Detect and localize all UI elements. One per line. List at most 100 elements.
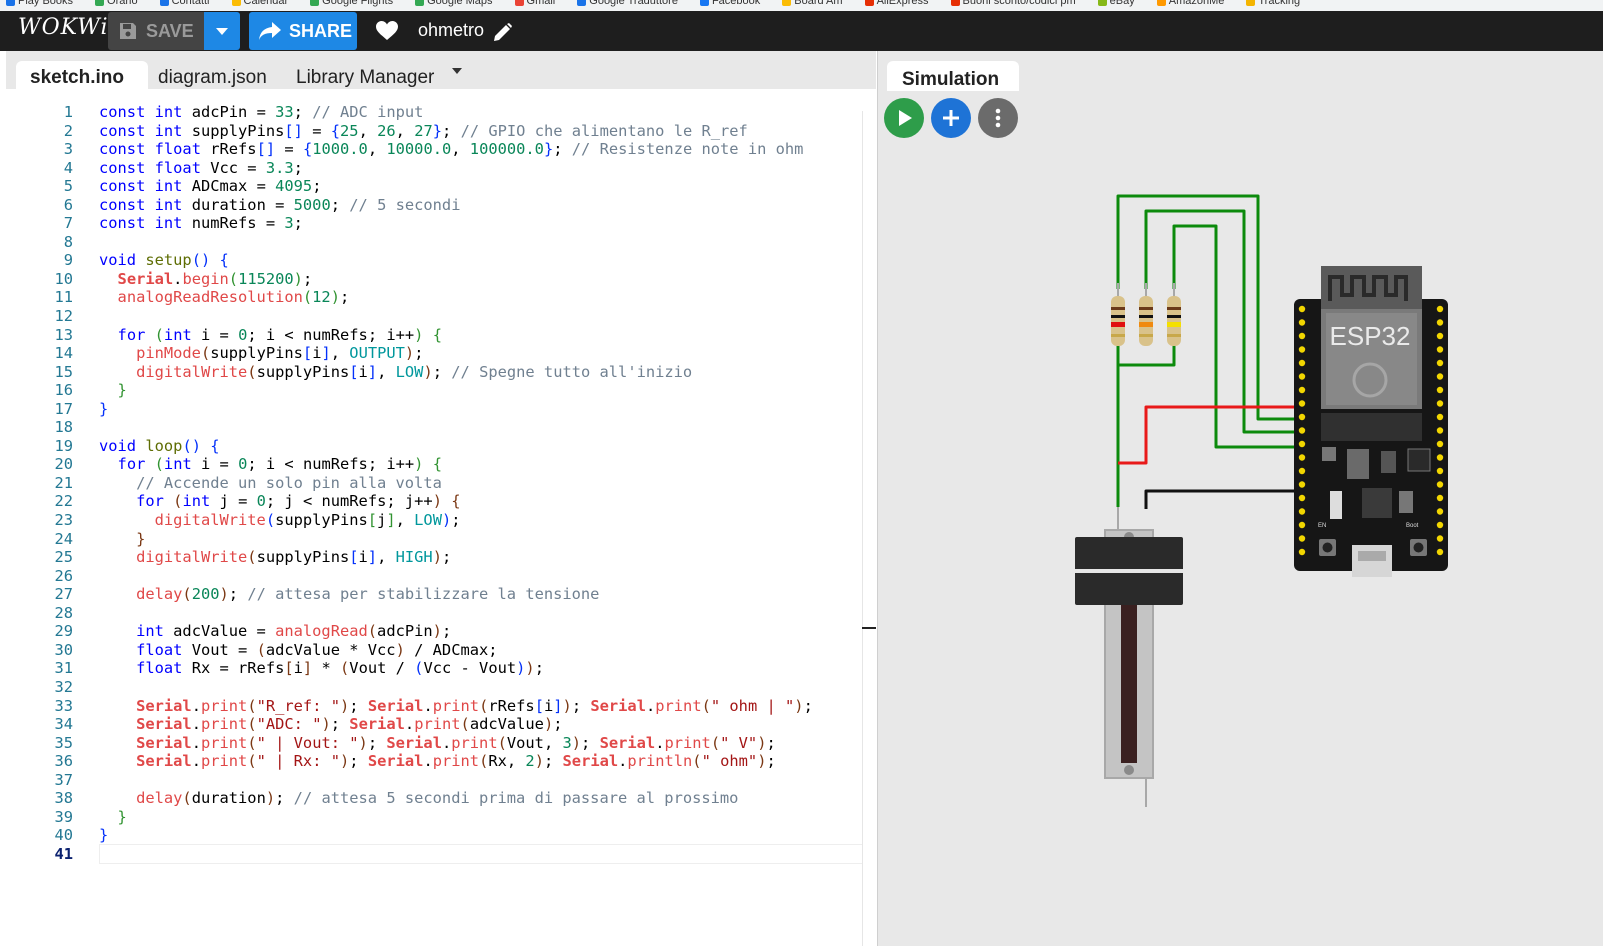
header-pin[interactable] — [1436, 467, 1444, 475]
bookmark-item[interactable]: Play Books — [6, 0, 73, 7]
header-pin[interactable] — [1436, 508, 1444, 515]
share-button[interactable]: SHARE — [249, 12, 357, 50]
esp32-board[interactable]: ESP32 EN Boot — [1294, 266, 1448, 577]
code-line[interactable]: 15 digitalWrite(supplyPins[i], LOW); // … — [6, 363, 862, 382]
header-pin[interactable] — [1298, 305, 1306, 313]
header-pin[interactable] — [1298, 332, 1306, 340]
header-pin[interactable] — [1298, 359, 1306, 367]
code-line[interactable]: 20 for (int i = 0; i < numRefs; i++) { — [6, 455, 862, 474]
code-line[interactable]: 9 void setup() { — [6, 251, 862, 270]
header-pin[interactable] — [1298, 494, 1306, 502]
header-pin[interactable] — [1436, 332, 1444, 340]
code-line[interactable]: 25 digitalWrite(supplyPins[i], HIGH); — [6, 548, 862, 567]
code-line[interactable]: 23 digitalWrite(supplyPins[j], LOW); — [6, 511, 862, 530]
code-line[interactable]: 28 — [6, 604, 862, 623]
header-pin[interactable] — [1298, 346, 1306, 353]
code-line[interactable]: 10 Serial.begin(115200); — [6, 270, 862, 289]
header-pin[interactable] — [1436, 413, 1444, 421]
code-line[interactable]: 35 Serial.print(" | Vout: "); Serial.pri… — [6, 734, 862, 753]
pencil-icon[interactable] — [494, 23, 512, 41]
code-line[interactable]: 22 for (int j = 0; j < numRefs; j++) { — [6, 492, 862, 511]
pane-resize-handle[interactable] — [862, 627, 876, 629]
code-line[interactable]: 14 pinMode(supplyPins[i], OUTPUT); — [6, 344, 862, 363]
bookmark-item[interactable]: Gmail — [514, 0, 555, 7]
header-pin[interactable] — [1298, 521, 1306, 529]
code-line[interactable]: 38 delay(duration); // attesa 5 secondi … — [6, 789, 862, 808]
header-pin[interactable] — [1436, 305, 1444, 313]
slide-potentiometer[interactable] — [1075, 507, 1183, 807]
header-pin[interactable] — [1436, 440, 1444, 448]
bookmark-item[interactable]: Google Flights — [310, 0, 393, 7]
code-line[interactable]: 12 — [6, 307, 862, 326]
code-line[interactable]: 18 — [6, 418, 862, 437]
header-pin[interactable] — [1436, 548, 1444, 556]
header-pin[interactable] — [1436, 400, 1444, 407]
code-line[interactable]: 19 void loop() { — [6, 437, 862, 456]
code-line[interactable]: 41 — [6, 843, 876, 864]
wire-green-3[interactable] — [1172, 224, 1301, 449]
bookmark-item[interactable]: Board Am — [782, 0, 843, 7]
code-editor[interactable]: 1 const int adcPin = 33; // ADC input 2 con… — [6, 89, 876, 946]
code-line[interactable]: 16 } — [6, 381, 862, 400]
code-line[interactable]: 5 const int ADCmax = 4095; — [6, 177, 862, 196]
header-pin[interactable] — [1298, 386, 1306, 394]
code-line[interactable]: 39 } — [6, 808, 862, 827]
tab-sketch-ino[interactable]: sketch.ino — [16, 61, 148, 89]
header-pin[interactable] — [1436, 346, 1444, 353]
code-line[interactable]: 40} — [6, 826, 862, 845]
bookmark-item[interactable]: AmazonMe — [1156, 0, 1224, 7]
code-line[interactable]: 1 const int adcPin = 33; // ADC input — [6, 103, 862, 122]
code-line[interactable]: 4 const float Vcc = 3.3; — [6, 159, 862, 178]
save-button[interactable]: SAVE — [108, 12, 204, 50]
code-line[interactable]: 17} — [6, 400, 862, 419]
bookmark-item[interactable]: Google Traduttore — [577, 0, 678, 7]
header-pin[interactable] — [1436, 373, 1444, 380]
header-pin[interactable] — [1298, 400, 1306, 407]
code-line[interactable]: 32 — [6, 678, 862, 697]
code-line[interactable]: 11 analogReadResolution(12); — [6, 288, 862, 307]
tab-library-manager[interactable]: Library Manager — [296, 61, 446, 89]
header-pin[interactable] — [1298, 535, 1306, 542]
code-line[interactable]: 37 — [6, 771, 862, 790]
bookmark-item[interactable]: Calendar — [231, 0, 288, 7]
bookmark-item[interactable]: Buoni sconto/codici pm — [950, 0, 1076, 7]
resistor-2[interactable] — [1139, 283, 1153, 346]
header-pin[interactable] — [1298, 548, 1306, 556]
code-lines[interactable]: 1 const int adcPin = 33; // ADC input 2 con… — [6, 103, 876, 864]
bookmark-item[interactable]: eBay — [1097, 0, 1135, 7]
header-pin[interactable] — [1436, 454, 1444, 461]
code-line[interactable]: 13 for (int i = 0; i < numRefs; i++) { — [6, 326, 862, 345]
project-name[interactable]: ohmetro — [418, 20, 484, 41]
code-line[interactable]: 26 — [6, 567, 862, 586]
code-line[interactable]: 6 const int duration = 5000; // 5 secondi — [6, 196, 862, 215]
wire-black[interactable] — [1144, 489, 1301, 509]
code-line[interactable]: 30 float Vout = (adcValue * Vcc) / ADCma… — [6, 641, 862, 660]
resistor-1[interactable] — [1111, 283, 1125, 346]
bookmark-item[interactable]: Facebook — [699, 0, 760, 7]
bookmark-item[interactable]: AliExpress — [864, 0, 929, 7]
code-line[interactable]: 33 Serial.print("R_ref: "); Serial.print… — [6, 697, 862, 716]
header-pin[interactable] — [1298, 373, 1306, 380]
tabs-menu-caret-icon[interactable] — [452, 68, 462, 74]
header-pin[interactable] — [1436, 359, 1444, 367]
header-pin[interactable] — [1436, 494, 1444, 502]
bookmark-item[interactable]: Google Maps — [415, 0, 493, 7]
circuit-canvas[interactable]: ESP32 EN Boot — [878, 51, 1603, 946]
header-pin[interactable] — [1298, 427, 1306, 434]
bookmark-item[interactable]: Contatti — [159, 0, 210, 7]
header-pin[interactable] — [1436, 481, 1444, 488]
header-pin[interactable] — [1436, 386, 1444, 394]
header-pin[interactable] — [1298, 319, 1306, 326]
header-pin[interactable] — [1298, 508, 1306, 515]
wokwi-logo[interactable]: WOKWi — [18, 15, 109, 40]
header-pin[interactable] — [1436, 535, 1444, 542]
header-pin[interactable] — [1436, 521, 1444, 529]
code-line[interactable]: 29 int adcValue = analogRead(adcPin); — [6, 622, 862, 641]
header-pin[interactable] — [1298, 440, 1306, 448]
code-line[interactable]: 36 Serial.print(" | Rx: "); Serial.print… — [6, 752, 862, 771]
header-pin[interactable] — [1298, 467, 1306, 475]
save-options-dropdown[interactable] — [204, 12, 240, 50]
code-line[interactable]: 8 — [6, 233, 862, 252]
code-line[interactable]: 27 delay(200); // attesa per stabilizzar… — [6, 585, 862, 604]
header-pin[interactable] — [1298, 481, 1306, 488]
